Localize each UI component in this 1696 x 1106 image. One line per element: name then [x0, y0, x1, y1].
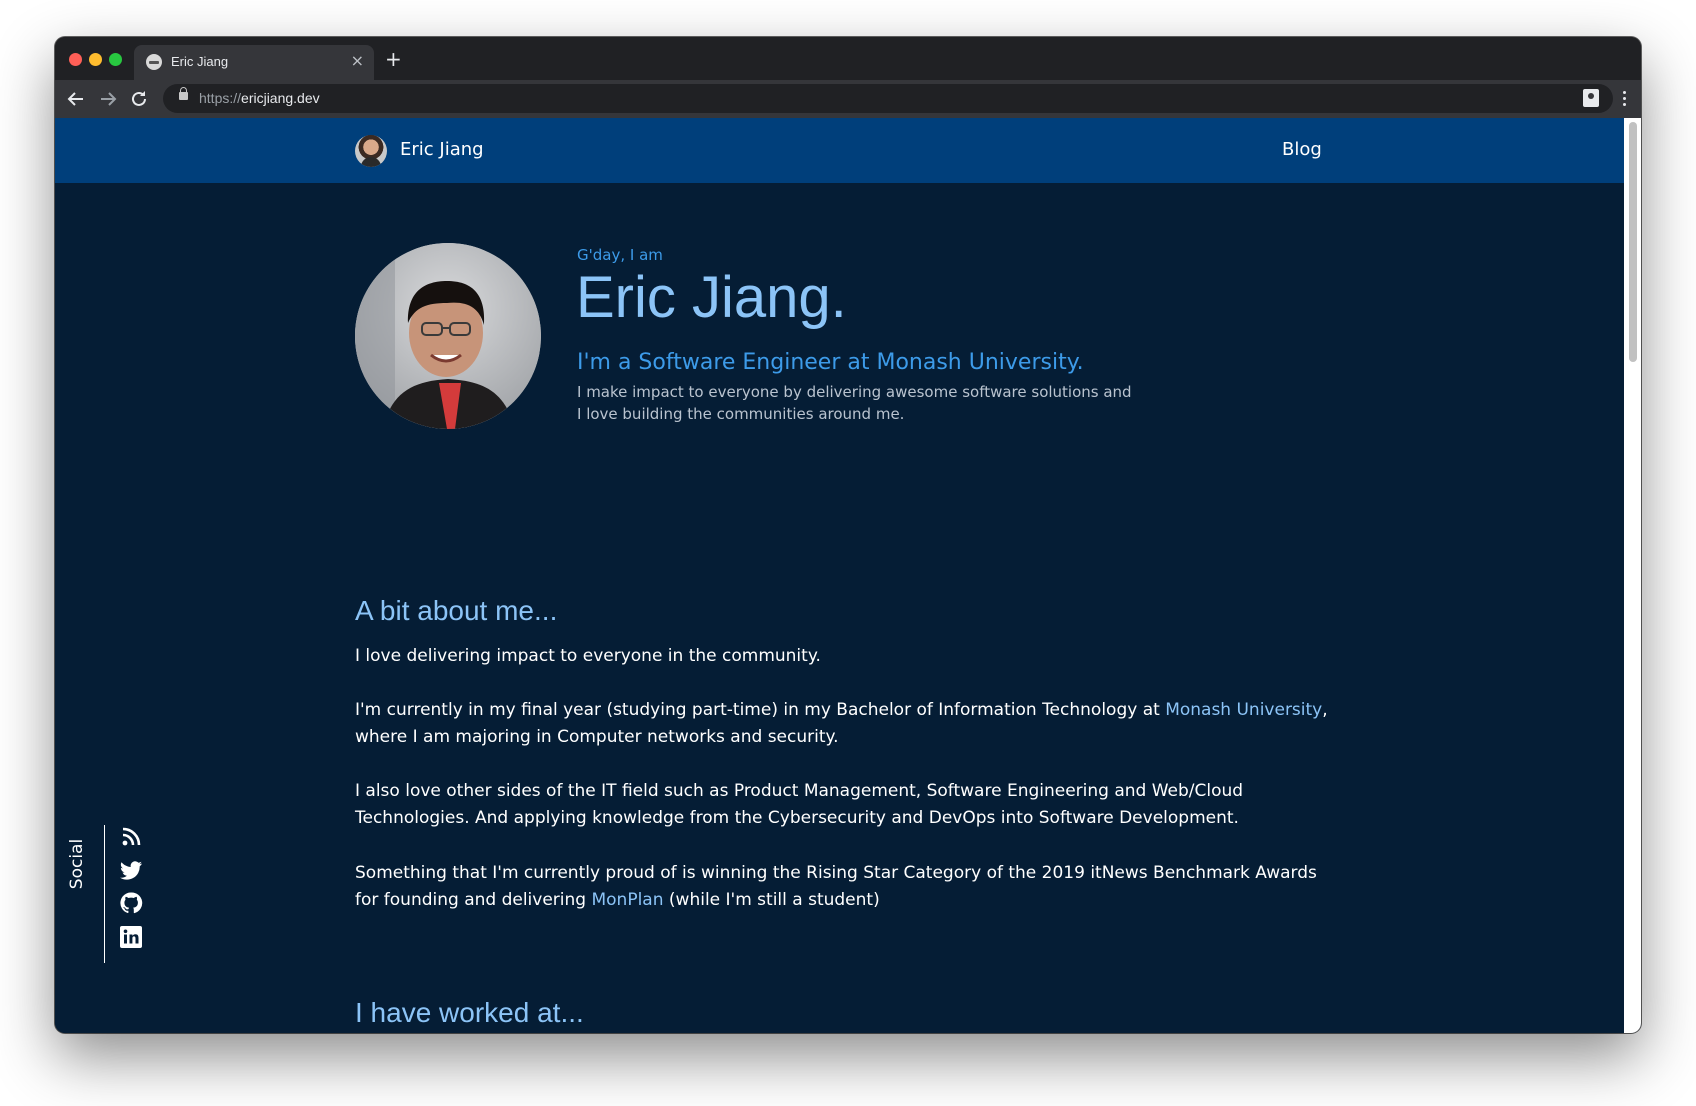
- hero-description: I make impact to everyone by delivering …: [577, 383, 1132, 423]
- worked-at-heading: I have worked at...: [355, 997, 584, 1028]
- avatar[interactable]: [355, 135, 387, 167]
- menu-kebab-icon[interactable]: [1623, 89, 1627, 107]
- about-paragraph-1: I love delivering impact to everyone in …: [355, 646, 821, 666]
- blog-link[interactable]: Blog: [1282, 139, 1322, 160]
- minimize-window-button[interactable]: [89, 53, 102, 66]
- hero-greeting: G'day, I am: [577, 246, 663, 264]
- twitter-icon[interactable]: [119, 858, 143, 882]
- address-bar[interactable]: https://ericjiang.dev: [163, 84, 1613, 113]
- site-header: Eric Jiang Blog: [55, 118, 1624, 183]
- favicon-icon: [146, 54, 162, 70]
- monash-university-link[interactable]: Monash University: [1165, 700, 1322, 720]
- close-window-button[interactable]: [69, 53, 82, 66]
- about-paragraph-3: I also love other sides of the IT field …: [355, 781, 1244, 828]
- browser-toolbar: https://ericjiang.dev: [55, 80, 1641, 118]
- hero-role: I'm a Software Engineer at Monash Univer…: [577, 350, 1084, 375]
- about-paragraph-2: I'm currently in my final year (studying…: [355, 700, 1328, 747]
- about-paragraph-4: Something that I'm currently proud of is…: [355, 863, 1317, 910]
- new-tab-button[interactable]: +: [385, 49, 402, 69]
- about-heading: A bit about me...: [355, 595, 558, 626]
- social-divider: [104, 825, 105, 963]
- browser-window: Eric Jiang × + https://ericjiang.dev Eri…: [55, 37, 1641, 1033]
- linkedin-icon[interactable]: [119, 925, 143, 949]
- lock-icon: [179, 87, 188, 100]
- rss-icon[interactable]: [119, 825, 143, 849]
- extension-icon[interactable]: [1583, 89, 1599, 107]
- arrow-left-icon: [67, 92, 83, 106]
- page-viewport: Eric Jiang Blog G'day, I am Eric Jiang. …: [55, 118, 1641, 1033]
- reload-icon: [132, 91, 146, 106]
- profile-photo: [355, 243, 541, 429]
- vertical-scrollbar[interactable]: [1624, 118, 1641, 1033]
- forward-button[interactable]: [97, 88, 119, 110]
- reload-button[interactable]: [128, 88, 150, 110]
- social-label: Social: [67, 838, 88, 890]
- url-text: https://ericjiang.dev: [199, 90, 320, 106]
- browser-tab[interactable]: Eric Jiang ×: [134, 45, 374, 80]
- back-button[interactable]: [65, 88, 87, 110]
- maximize-window-button[interactable]: [109, 53, 122, 66]
- arrow-right-icon: [101, 92, 117, 106]
- scrollbar-thumb[interactable]: [1629, 122, 1637, 362]
- tab-title: Eric Jiang: [171, 54, 229, 69]
- monplan-link[interactable]: MonPlan: [591, 890, 663, 910]
- github-icon[interactable]: [119, 891, 143, 915]
- tab-close-icon[interactable]: ×: [351, 51, 364, 71]
- tab-strip: Eric Jiang × +: [55, 37, 1641, 80]
- site-name[interactable]: Eric Jiang: [400, 139, 484, 160]
- hero-name: Eric Jiang.: [576, 265, 847, 330]
